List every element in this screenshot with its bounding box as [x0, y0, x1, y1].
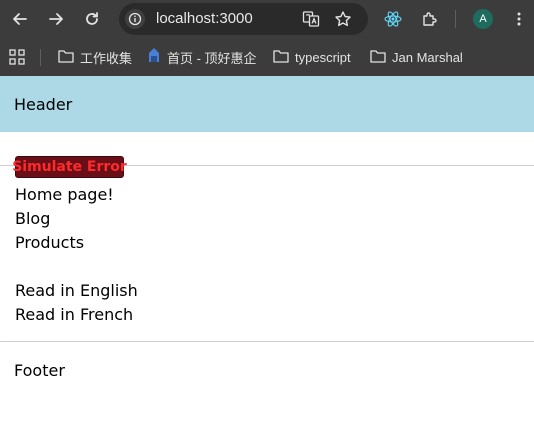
language-link-french[interactable]: Read in French [15, 305, 133, 324]
page-footer: Footer [0, 343, 534, 438]
bookmark-folder-typescript[interactable]: typescript [273, 48, 351, 66]
language-link-english[interactable]: Read in English [15, 281, 138, 300]
bookmark-folder-work[interactable]: 工作收集 [58, 48, 132, 66]
address-bar[interactable]: localhost:3000 [119, 3, 368, 35]
url-text[interactable]: localhost:3000 [156, 10, 253, 27]
page-header: Header [0, 76, 534, 132]
nav-link-blog[interactable]: Blog [15, 209, 50, 228]
nav-link-products[interactable]: Products [15, 233, 84, 252]
bookmark-label: 工作收集 [80, 50, 133, 66]
bookmark-label: Jan Marshal [392, 49, 463, 65]
bookmark-homepage[interactable]: 首页 - 顶好惠企 [147, 48, 257, 66]
bookmark-label: typescript [295, 49, 351, 65]
react-devtools-icon[interactable] [383, 9, 403, 29]
bookmark-folder-jan-marshal[interactable]: Jan Marshal [370, 48, 463, 66]
toolbar-divider [455, 10, 456, 28]
nav-link-home[interactable]: Home page! [15, 185, 114, 204]
translate-icon[interactable] [301, 9, 321, 29]
browser-toolbar: localhost:3000 A [0, 0, 534, 38]
browser-chrome: localhost:3000 A 工作收集 首页 - 顶好惠企 typescri… [0, 0, 534, 76]
apps-grid-icon[interactable] [9, 49, 25, 65]
simulate-error-button[interactable]: Simulate Error [12, 156, 127, 178]
folder-icon [370, 48, 386, 67]
profile-avatar[interactable]: A [473, 9, 493, 29]
back-arrow-icon[interactable] [10, 9, 30, 29]
more-menu-icon[interactable] [509, 9, 529, 29]
folder-icon [58, 48, 74, 67]
bookmarks-divider [40, 49, 41, 66]
forward-arrow-icon[interactable] [46, 9, 66, 29]
extensions-icon[interactable] [420, 9, 440, 29]
folder-icon [273, 48, 289, 67]
site-favicon-icon [147, 47, 161, 67]
bookmark-label: 首页 - 顶好惠企 [167, 50, 257, 66]
bookmark-star-icon[interactable] [333, 9, 353, 29]
site-info-icon[interactable] [125, 9, 145, 29]
footer-text: Footer [14, 361, 65, 380]
reload-icon[interactable] [82, 9, 102, 29]
header-text: Header [14, 95, 73, 114]
bookmarks-bar: 工作收集 首页 - 顶好惠企 typescript Jan Marshal [0, 38, 534, 76]
